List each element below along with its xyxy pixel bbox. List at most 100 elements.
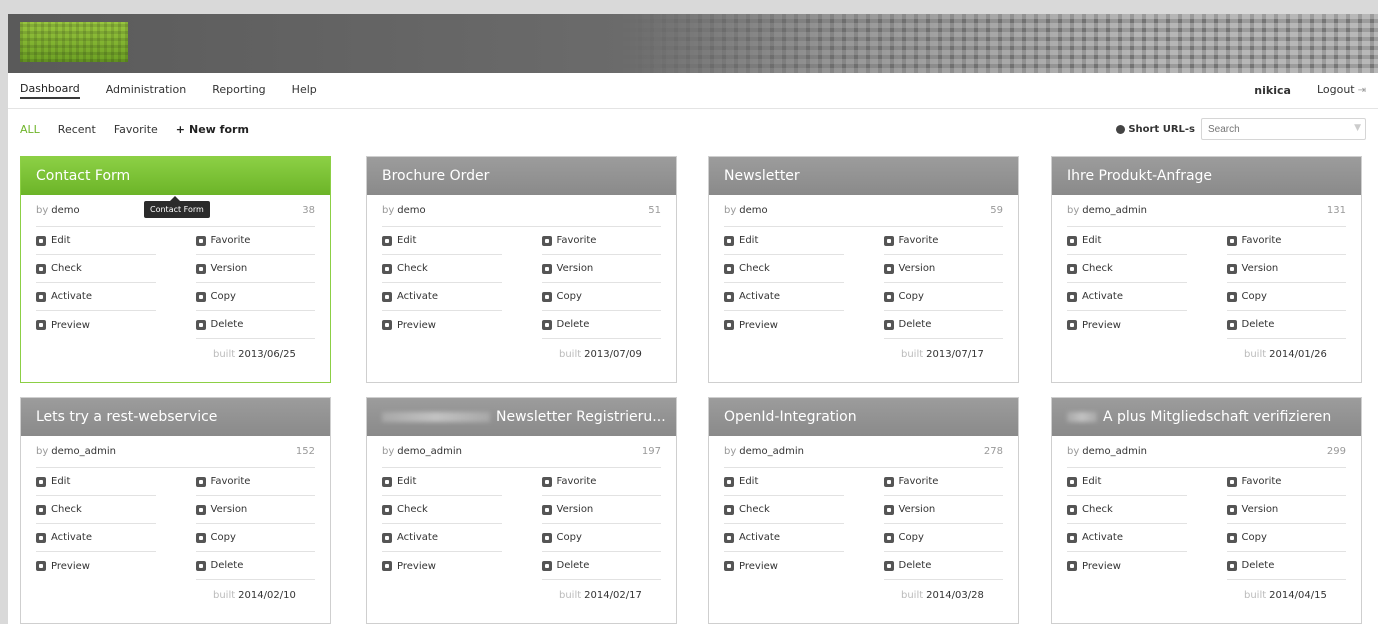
preview-button[interactable]: Preview — [36, 552, 156, 580]
copy-button[interactable]: Copy — [1226, 283, 1346, 311]
edit-button[interactable]: Edit — [36, 468, 156, 496]
form-card: Ihre Produkt-Anfrage by demo_admin 131 E… — [1051, 156, 1362, 383]
version-button[interactable]: Version — [195, 496, 315, 524]
version-button[interactable]: Version — [541, 255, 661, 283]
favorite-button[interactable]: Favorite — [883, 468, 1003, 496]
edit-button[interactable]: Edit — [1067, 468, 1187, 496]
activate-button[interactable]: Activate — [382, 524, 502, 552]
activate-button[interactable]: Activate — [382, 283, 502, 311]
version-button[interactable]: Version — [1226, 496, 1346, 524]
form-card-title[interactable]: Contact Form — [21, 157, 330, 195]
nav-administration[interactable]: Administration — [106, 83, 187, 98]
form-count: 131 — [1326, 205, 1346, 216]
form-card-title[interactable]: Ihre Produkt-Anfrage — [1052, 157, 1361, 195]
form-card-title[interactable]: Newsletter — [709, 157, 1018, 195]
copy-button[interactable]: Copy — [541, 283, 661, 311]
favorite-button[interactable]: Favorite — [1226, 227, 1346, 255]
app-window: Dashboard Administration Reporting Help … — [8, 14, 1378, 624]
filter-recent[interactable]: Recent — [58, 123, 96, 136]
edit-button[interactable]: Edit — [1067, 227, 1187, 255]
activate-button[interactable]: Activate — [724, 283, 844, 311]
check-button[interactable]: Check — [382, 496, 502, 524]
short-urls-link[interactable]: Short URL-s — [1116, 124, 1195, 135]
check-button[interactable]: Check — [1067, 255, 1187, 283]
form-card-title[interactable]: Lets try a rest-webservice — [21, 398, 330, 436]
version-button[interactable]: Version — [195, 255, 315, 283]
check-button[interactable]: Check — [724, 255, 844, 283]
new-form-button[interactable]: + New form — [176, 123, 249, 136]
filter-all[interactable]: ALL — [20, 123, 40, 136]
preview-button[interactable]: Preview — [382, 552, 502, 580]
built-label: built — [1244, 589, 1267, 601]
delete-button[interactable]: Delete — [541, 552, 661, 580]
favorite-button[interactable]: Favorite — [541, 227, 661, 255]
favorite-button[interactable]: Favorite — [195, 468, 315, 496]
star-icon — [1226, 476, 1237, 487]
edit-button[interactable]: Edit — [36, 227, 156, 255]
form-card-title[interactable]: OpenId-Integration — [709, 398, 1018, 436]
check-icon — [382, 263, 392, 274]
copy-button[interactable]: Copy — [883, 283, 1003, 311]
delete-button[interactable]: Delete — [1226, 311, 1346, 339]
version-button[interactable]: Version — [541, 496, 661, 524]
nav-reporting[interactable]: Reporting — [212, 83, 265, 98]
check-button[interactable]: Check — [36, 255, 156, 283]
form-count: 51 — [648, 205, 661, 216]
activate-button[interactable]: Activate — [1067, 283, 1187, 311]
preview-button[interactable]: Preview — [382, 311, 502, 339]
edit-button[interactable]: Edit — [724, 227, 844, 255]
form-count: 197 — [641, 446, 661, 457]
search-input[interactable] — [1201, 118, 1366, 140]
preview-button[interactable]: Preview — [1067, 311, 1187, 339]
form-card-title[interactable]: A plus Mitgliedschaft verifizieren — [1052, 398, 1361, 436]
by-label: by — [724, 446, 737, 457]
copy-button[interactable]: Copy — [1226, 524, 1346, 552]
check-button[interactable]: Check — [1067, 496, 1187, 524]
preview-button[interactable]: Preview — [36, 311, 156, 339]
preview-button[interactable]: Preview — [724, 311, 844, 339]
delete-button[interactable]: Delete — [1226, 552, 1346, 580]
delete-button[interactable]: Delete — [883, 311, 1003, 339]
by-label: by — [382, 205, 395, 216]
favorite-button[interactable]: Favorite — [1226, 468, 1346, 496]
version-button[interactable]: Version — [1226, 255, 1346, 283]
preview-button[interactable]: Preview — [1067, 552, 1187, 580]
edit-button[interactable]: Edit — [382, 227, 502, 255]
form-card-title[interactable]: Brochure Order — [367, 157, 676, 195]
logout-link[interactable]: Logout ⇥ — [1317, 83, 1366, 98]
delete-button[interactable]: Delete — [195, 311, 315, 339]
delete-button[interactable]: Delete — [883, 552, 1003, 580]
delete-button[interactable]: Delete — [195, 552, 315, 580]
filter-dropdown-icon[interactable]: ▼ — [1354, 123, 1361, 133]
check-button[interactable]: Check — [382, 255, 502, 283]
favorite-button[interactable]: Favorite — [195, 227, 315, 255]
check-button[interactable]: Check — [36, 496, 156, 524]
version-button[interactable]: Version — [883, 255, 1003, 283]
copy-button[interactable]: Copy — [195, 524, 315, 552]
edit-button[interactable]: Edit — [724, 468, 844, 496]
copy-button[interactable]: Copy — [195, 283, 315, 311]
form-title-text: A plus Mitgliedschaft verifizieren — [1103, 409, 1332, 425]
activate-button[interactable]: Activate — [724, 524, 844, 552]
preview-icon — [382, 320, 392, 330]
filter-favorite[interactable]: Favorite — [114, 123, 158, 136]
activate-button[interactable]: Activate — [36, 524, 156, 552]
current-user[interactable]: nikica — [1254, 84, 1291, 97]
form-card-meta: by demo_admin 197 — [382, 436, 661, 468]
nav-help[interactable]: Help — [292, 83, 317, 98]
edit-button[interactable]: Edit — [382, 468, 502, 496]
favorite-button[interactable]: Favorite — [883, 227, 1003, 255]
version-button[interactable]: Version — [883, 496, 1003, 524]
copy-button[interactable]: Copy — [541, 524, 661, 552]
check-button[interactable]: Check — [724, 496, 844, 524]
delete-button[interactable]: Delete — [541, 311, 661, 339]
copy-button[interactable]: Copy — [883, 524, 1003, 552]
preview-button[interactable]: Preview — [724, 552, 844, 580]
app-logo[interactable] — [20, 22, 128, 62]
form-card-title[interactable]: Newsletter Registrieru... — [367, 398, 676, 436]
nav-dashboard[interactable]: Dashboard — [20, 82, 80, 99]
redacted-text — [382, 412, 490, 422]
favorite-button[interactable]: Favorite — [541, 468, 661, 496]
activate-button[interactable]: Activate — [36, 283, 156, 311]
activate-button[interactable]: Activate — [1067, 524, 1187, 552]
